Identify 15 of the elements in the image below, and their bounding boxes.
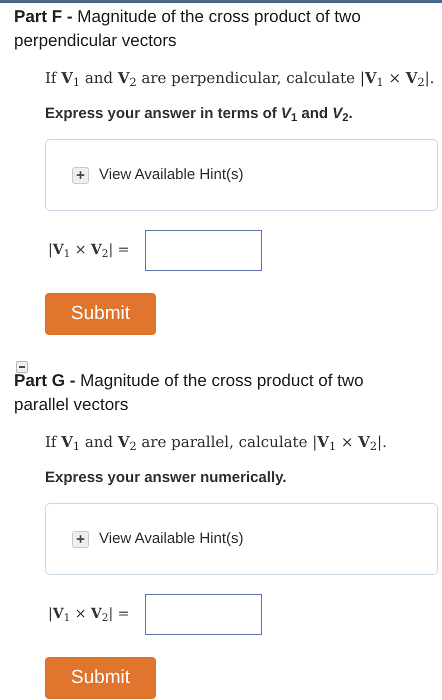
collapse-icon[interactable] [16, 361, 28, 373]
instruction-text: Express your answer numerically. [45, 468, 288, 488]
plus-icon: + [72, 530, 89, 548]
answer-field[interactable] [145, 230, 262, 271]
answer-label: |V$_{1}$ × V$_{2}$| = [48, 605, 130, 625]
question-text: If V$_{1}$ and V$_{2}$ are parallel, calculate |V$_{1}$ × V$_{2}$|. [45, 432, 388, 453]
part-title: Part F - Magnitude of the cross product of two perpendicular vectors [13, 6, 362, 52]
question-text: If V$_{1}$ and V$_{2}$ are perpendicular, calculate |V$_{1}$ × V$_{2}$|. [45, 68, 436, 89]
answer-field[interactable] [145, 594, 262, 635]
plus-icon: + [72, 166, 89, 184]
instruction-text: Express your answer in terms of V$_{1}$ and V$_{2}$. [45, 104, 354, 125]
view-hints-link[interactable]: + View Available Hint(s) [72, 528, 244, 550]
part-title: Part G - Magnitude of the cross product of two parallel vectors [13, 370, 365, 416]
answer-label: |V$_{1}$ × V$_{2}$| = [48, 241, 130, 261]
view-hints-link[interactable]: + View Available Hint(s) [72, 164, 244, 186]
